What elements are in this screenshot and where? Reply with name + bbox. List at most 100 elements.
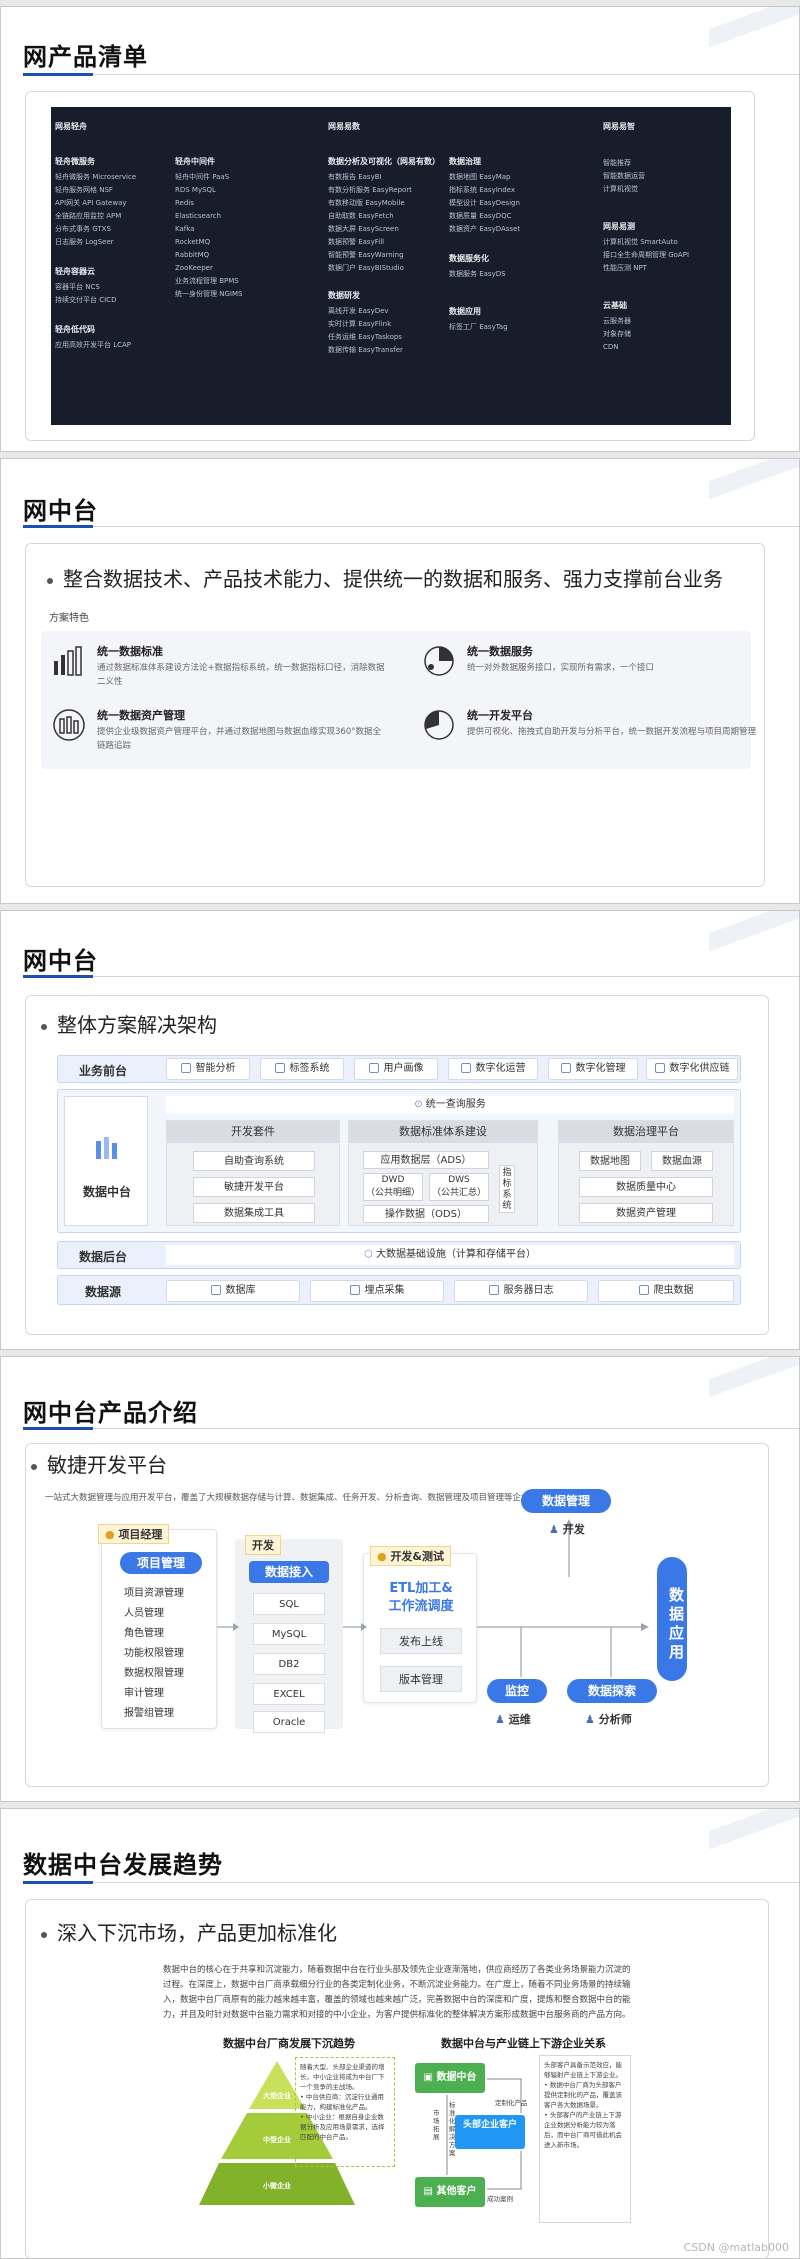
governance-box: 数据治理平台 数据地图 数据血源 数据质量中心 数据资产管理 (558, 1120, 734, 1226)
menu-item[interactable]: 计算机视觉 (603, 183, 723, 196)
dwd-layer[interactable]: DWD （公共明细） (363, 1173, 423, 1201)
menu-item[interactable]: 性能压测 NPT (603, 262, 723, 275)
menu-item[interactable]: 数据传输 EasyTransfer (328, 344, 458, 357)
ods-layer[interactable]: 操作数据（ODS） (363, 1205, 489, 1223)
menu-group-title[interactable]: 轻舟中间件 (175, 153, 315, 171)
menu-item[interactable]: 有数报告 EasyBI (328, 171, 458, 184)
layer-business-front: 业务前台 智能分析 标签系统 用户画像 数字化运营 数字化管理 数字化供应链 (57, 1055, 741, 1083)
dev-kit-item[interactable]: 自助查询系统 (193, 1151, 315, 1171)
menu-item[interactable]: Kafka (175, 223, 315, 236)
menu-col-governance: 数据治理 数据地图 EasyMap 指标系统 EasyIndex 模型设计 Ea… (449, 153, 579, 334)
menu-item[interactable]: 数据质量 EasyDQC (449, 210, 579, 223)
menu-item[interactable]: RDS MySQL (175, 184, 315, 197)
chip-digital-ops[interactable]: 数字化运营 (448, 1058, 538, 1080)
menu-item[interactable]: 有数移动版 EasyMobile (328, 197, 458, 210)
menu-item[interactable]: 业务流程管理 BPMS (175, 275, 315, 288)
menu-item[interactable]: 应用高效开发平台 LCAP (55, 339, 175, 352)
menu-item[interactable]: 计算机视觉 SmartAuto (603, 236, 723, 249)
bullet-point: 整合数据技术、产品技术能力、提供统一的数据和服务、强力支撑前台业务 (47, 563, 723, 592)
menu-group-title[interactable]: 轻舟微服务 (55, 153, 175, 171)
menu-item[interactable]: RocketMQ (175, 236, 315, 249)
query-service-bar[interactable]: ⊙ 统一查询服务 (166, 1096, 734, 1114)
person-icon: ♟ (495, 1713, 509, 1726)
menu-item[interactable]: 接口全生命周期管理 GoAPI (603, 249, 723, 262)
menu-item[interactable]: Elasticsearch (175, 210, 315, 223)
menu-item[interactable]: 实时计算 EasyFlink (328, 318, 458, 331)
query-icon: ⊙ (414, 1099, 426, 1110)
menu-group-title[interactable]: 网易易测 (603, 218, 723, 236)
menu-item[interactable]: 对象存储 (603, 328, 723, 341)
slide-product-intro: 网中台产品介绍 敏捷开发平台 一站式大数据管理与应用开发平台，覆盖了大规模数据存… (0, 1356, 800, 1802)
gov-item[interactable]: 数据地图 (579, 1151, 641, 1171)
menu-item[interactable]: RabbitMQ (175, 249, 315, 262)
metric-system[interactable]: 指标系统 (499, 1165, 515, 1213)
menu-item[interactable]: 全链路应用监控 APM (55, 210, 175, 223)
menu-item[interactable]: 轻舟服务网格 NSF (55, 184, 175, 197)
menu-item[interactable]: 数据预警 EasyFill (328, 236, 458, 249)
slide-architecture: 网中台 整体方案解决架构 业务前台 智能分析 标签系统 用户画像 数字化运营 数… (0, 910, 800, 1350)
menu-group-title[interactable]: 数据治理 (449, 153, 579, 171)
menu-item[interactable]: 任务运维 EasyTaskops (328, 331, 458, 344)
menu-item[interactable]: 模型设计 EasyDesign (449, 197, 579, 210)
explore-pill[interactable]: 数据探索 (567, 1679, 657, 1703)
menu-item[interactable]: 数据地图 EasyMap (449, 171, 579, 184)
menu-item[interactable]: Redis (175, 197, 315, 210)
menu-item[interactable]: 轻舟微服务 Microservice (55, 171, 175, 184)
menu-group-title[interactable]: 数据研发 (328, 287, 458, 305)
chip-user-profile[interactable]: 用户画像 (354, 1058, 438, 1080)
menu-item[interactable]: 容器平台 NCS (55, 281, 175, 294)
menu-item[interactable]: CDN (603, 341, 723, 354)
title-rule (93, 976, 799, 977)
menu-item[interactable]: 有数分析服务 EasyReport (328, 184, 458, 197)
menu-item[interactable]: 数据服务 EasyDS (449, 268, 579, 281)
data-app-bar[interactable]: 数据应用 (657, 1557, 687, 1681)
role-developer: ♟ 开发 (549, 1521, 585, 1537)
monitor-pill[interactable]: 监控 (487, 1679, 547, 1703)
dws-layer[interactable]: DWS （公共汇总） (429, 1173, 489, 1201)
menu-group-title[interactable]: 云基础 (603, 297, 723, 315)
menu-item[interactable]: 持续交付平台 CICD (55, 294, 175, 307)
chip-tag-system[interactable]: 标签系统 (260, 1058, 344, 1080)
menu-item[interactable]: 标签工厂 EasyTag (449, 321, 579, 334)
menu-group-title[interactable]: 数据服务化 (449, 250, 579, 268)
menu-item[interactable]: 分布式事务 GTXS (55, 223, 175, 236)
menu-item[interactable]: 离线开发 EasyDev (328, 305, 458, 318)
menu-item[interactable]: 日志服务 LogSeer (55, 236, 175, 249)
infra-bar[interactable]: ⬡ 大数据基础设施（计算和存储平台） (166, 1245, 734, 1265)
group-head: 数据治理平台 (559, 1121, 733, 1143)
gov-item[interactable]: 数据血源 (651, 1151, 713, 1171)
chip-crawler[interactable]: 爬虫数据 (598, 1280, 734, 1302)
menu-item[interactable]: 数据门户 EasyBIStudio (328, 262, 458, 275)
chip-digital-mgmt[interactable]: 数字化管理 (548, 1058, 638, 1080)
menu-group-title[interactable]: 轻舟低代码 (55, 321, 175, 339)
menu-item[interactable]: 指标系统 EasyIndex (449, 184, 579, 197)
menu-item[interactable]: API网关 API Gateway (55, 197, 175, 210)
menu-item[interactable]: 云服务器 (603, 315, 723, 328)
data-mgmt-pill[interactable]: 数据管理 (521, 1489, 611, 1513)
menu-item[interactable]: ZooKeeper (175, 262, 315, 275)
gov-item[interactable]: 数据质量中心 (579, 1177, 713, 1197)
menu-item[interactable]: 自助取数 EasyFetch (328, 210, 458, 223)
chip-tracking[interactable]: 埋点采集 (310, 1280, 444, 1302)
menu-group-title[interactable]: 轻舟容器云 (55, 263, 175, 281)
gov-item[interactable]: 数据资产管理 (579, 1203, 713, 1223)
pie-chart-icon (424, 646, 454, 676)
dev-kit-item[interactable]: 敏捷开发平台 (193, 1177, 315, 1197)
chip-server-log[interactable]: 服务器日志 (454, 1280, 588, 1302)
chip-label: 爬虫数据 (653, 1285, 694, 1296)
menu-item[interactable]: 数据大屏 EasyScreen (328, 223, 458, 236)
chip-database[interactable]: 数据库 (166, 1280, 300, 1302)
menu-item[interactable]: 数据资产 EasyDAsset (449, 223, 579, 236)
ads-layer[interactable]: 应用数据层（ADS） (363, 1151, 489, 1169)
menu-item[interactable]: 智能数据运营 (603, 170, 723, 183)
supply-icon (654, 1063, 665, 1073)
menu-item[interactable]: 统一身份管理 NGIMS (175, 288, 315, 301)
menu-group-title[interactable]: 数据分析及可视化（网易有数） (328, 153, 458, 171)
dev-kit-item[interactable]: 数据集成工具 (193, 1203, 315, 1223)
menu-item[interactable]: 智能推荐 (603, 157, 723, 170)
menu-group-title[interactable]: 数据应用 (449, 303, 579, 321)
menu-item[interactable]: 智能预警 EasyWarning (328, 249, 458, 262)
chip-smart-analysis[interactable]: 智能分析 (166, 1058, 250, 1080)
chip-digital-supply[interactable]: 数字化供应链 (646, 1058, 738, 1080)
menu-item[interactable]: 轻舟中间件 PaaS (175, 171, 315, 184)
